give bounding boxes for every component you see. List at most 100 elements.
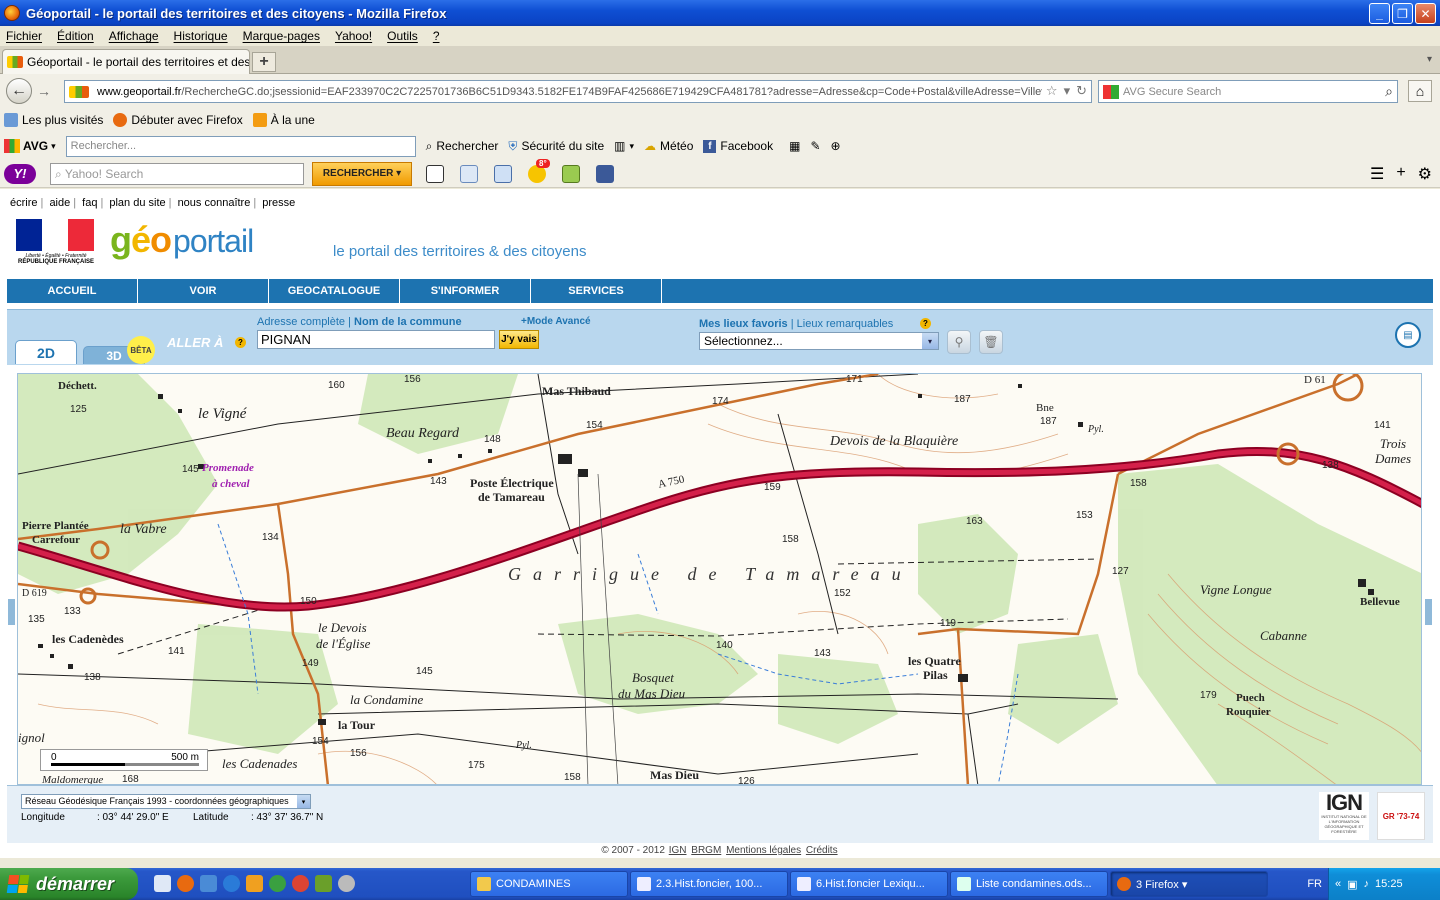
nav-voir[interactable]: VOIR [138,279,269,303]
avg-dropdown-icon[interactable]: ▾ [51,141,56,152]
firefox-launch-icon[interactable] [177,875,194,892]
clock[interactable]: 15:25 [1375,878,1403,890]
close-button[interactable]: ✕ [1415,3,1436,24]
language-indicator[interactable]: FR [1307,878,1322,890]
avg-search-input[interactable]: Rechercher... [65,135,416,157]
footer-link-mentions-legales[interactable]: Mentions légales [726,845,801,856]
menu-outils[interactable]: Outils [387,29,418,43]
mail-icon[interactable] [494,164,512,183]
app-launch-icon[interactable] [315,875,332,892]
bookmarks-icon[interactable] [460,164,478,183]
site-identity-icon[interactable] [69,85,89,98]
yahoo-search-button[interactable]: RECHERCHER ▾ [312,161,412,186]
maximize-button[interactable]: ❐ [1392,3,1413,24]
minimize-button[interactable]: _ [1369,3,1390,24]
url-dropdown-icon[interactable]: ▾ [1064,83,1071,99]
zoom-icon[interactable]: ⊕ [831,139,841,153]
topographic-map[interactable]: Déchett. le Vigné Mas Thibaud Beau Regar… [17,373,1422,785]
avg-search-button[interactable]: ⌕ Rechercher [426,139,499,154]
avg-logo[interactable]: AVG ▾ [4,139,56,153]
link-plan-du-site[interactable]: plan du site [109,197,165,209]
link-lieux-remarquables[interactable]: Lieux remarquables [797,318,894,330]
ign-logo[interactable]: IGN INSTITUT NATIONAL DE L'INFORMATION G… [1319,792,1369,840]
menu-yahoo[interactable]: Yahoo! [335,29,372,43]
messenger-icon[interactable] [246,875,263,892]
search-bar[interactable]: AVG Secure Search ⌕ [1098,80,1398,103]
bookmark-most-visited[interactable]: Les plus visités [4,113,103,127]
coordinate-system-select[interactable]: Réseau Géodésique Français 1993 - coordo… [21,794,311,809]
yahoo-logo[interactable]: Y! [4,163,36,184]
map-right-expander[interactable] [1425,599,1432,625]
avg-search-engine-icon[interactable] [1103,84,1119,99]
taskbar-item-firefox[interactable]: 3 Firefox ▾ [1110,871,1268,897]
reload-icon[interactable]: ↻ [1076,83,1087,99]
yahoo-search-input[interactable]: ⌕ Yahoo! Search [50,162,304,185]
taskbar-item-hist-foncier[interactable]: 2.3.Hist.foncier, 100... [630,871,788,897]
facebook-toolbar-icon[interactable] [596,164,614,183]
new-tab-button[interactable]: + [252,52,276,72]
map-left-expander[interactable] [8,599,15,625]
volume-icon[interactable]: ♪ [1364,878,1370,890]
notepad-icon[interactable]: ✎ [810,139,820,153]
avg-weather[interactable]: ☁ Météo [644,139,693,153]
link-presse[interactable]: presse [262,197,295,209]
help-icon[interactable]: ? [235,337,246,348]
link-ecrire[interactable]: écrire [10,197,38,209]
geoportail-logo[interactable]: g é o portail [110,219,254,267]
select-dropdown-icon[interactable]: ▾ [297,795,310,808]
help-icon-favorites[interactable]: ? [920,318,931,329]
ie-launch-icon[interactable] [223,875,240,892]
settings-gear-icon[interactable]: ⚙ [1418,164,1432,184]
menu-help[interactable]: ? [433,29,440,43]
bookmark-getting-started[interactable]: Débuter avec Firefox [113,113,243,127]
menu-fichier[interactable]: Fichier [6,29,42,43]
list-icon[interactable]: ☰ [1370,164,1384,184]
bookmark-star-icon[interactable]: ☆ [1046,83,1058,99]
footer-link-brgm[interactable]: BRGM [691,845,721,856]
menu-edition[interactable]: Édition [57,29,94,43]
media-icon[interactable] [269,875,286,892]
calculator-icon[interactable]: ▦ [789,139,800,153]
nav-accueil[interactable]: ACCUEIL [7,279,138,303]
mode-avance-link[interactable]: +Mode Avancé [521,316,591,327]
nav-services[interactable]: SERVICES [531,279,662,303]
taskbar-item-liste-condamines[interactable]: Liste condamines.ods... [950,871,1108,897]
weather-sun-icon[interactable]: 8° [528,158,550,183]
taskbar-item-condamines[interactable]: CONDAMINES [470,871,628,897]
amazon-icon[interactable] [426,164,444,183]
bookmark-headlines[interactable]: À la une [252,113,315,127]
tray-arrow-icon[interactable]: « [1335,878,1341,890]
link-faq[interactable]: faq [82,197,97,209]
footer-link-ign[interactable]: IGN [669,845,687,856]
menu-historique[interactable]: Historique [174,29,228,43]
footer-link-credits[interactable]: Crédits [806,845,838,856]
add-icon[interactable]: + [1396,164,1405,184]
chrome-launch-icon[interactable] [292,875,309,892]
explorer-launch-icon[interactable] [200,875,217,892]
link-nom-commune[interactable]: Nom de la commune [354,316,462,328]
avg-site-safety[interactable]: ⛨ Sécurité du site [508,139,604,154]
tab-2d[interactable]: 2D [15,340,77,364]
start-button[interactable]: démarrer [0,868,138,900]
taskbar-item-lexique[interactable]: 6.Hist.foncier Lexiqu... [790,871,948,897]
select-dropdown-icon[interactable]: ▾ [922,333,938,349]
link-mes-lieux-favoris[interactable]: Mes lieux favoris [699,318,788,330]
link-aide[interactable]: aide [49,197,70,209]
toggle-panel-icon[interactable]: ▤ [1395,322,1421,348]
network-icon[interactable]: ▣ [1347,878,1357,891]
link-nous-connaitre[interactable]: nous connaître [178,197,251,209]
url-bar[interactable]: www.geoportail.fr /RechercheGC.do;jsessi… [64,80,1092,103]
favorites-select[interactable]: Sélectionnez... ▾ [699,332,939,350]
forward-button[interactable]: → [34,82,54,100]
notes-icon[interactable] [562,164,580,183]
avg-trash[interactable]: ▥ ▾ [614,139,634,153]
app2-launch-icon[interactable] [338,875,355,892]
address-search-input[interactable]: PIGNAN [257,330,495,349]
gr-logo[interactable]: GR '73-74 [1377,792,1425,840]
show-desktop-icon[interactable] [154,875,171,892]
avg-facebook[interactable]: f Facebook [703,139,773,153]
menu-marque-pages[interactable]: Marque-pages [243,29,320,43]
delete-location-button[interactable]: 🗑 [979,330,1003,354]
back-button[interactable]: ← [6,78,32,104]
tab-list-icon[interactable]: ▾ [1427,54,1432,65]
